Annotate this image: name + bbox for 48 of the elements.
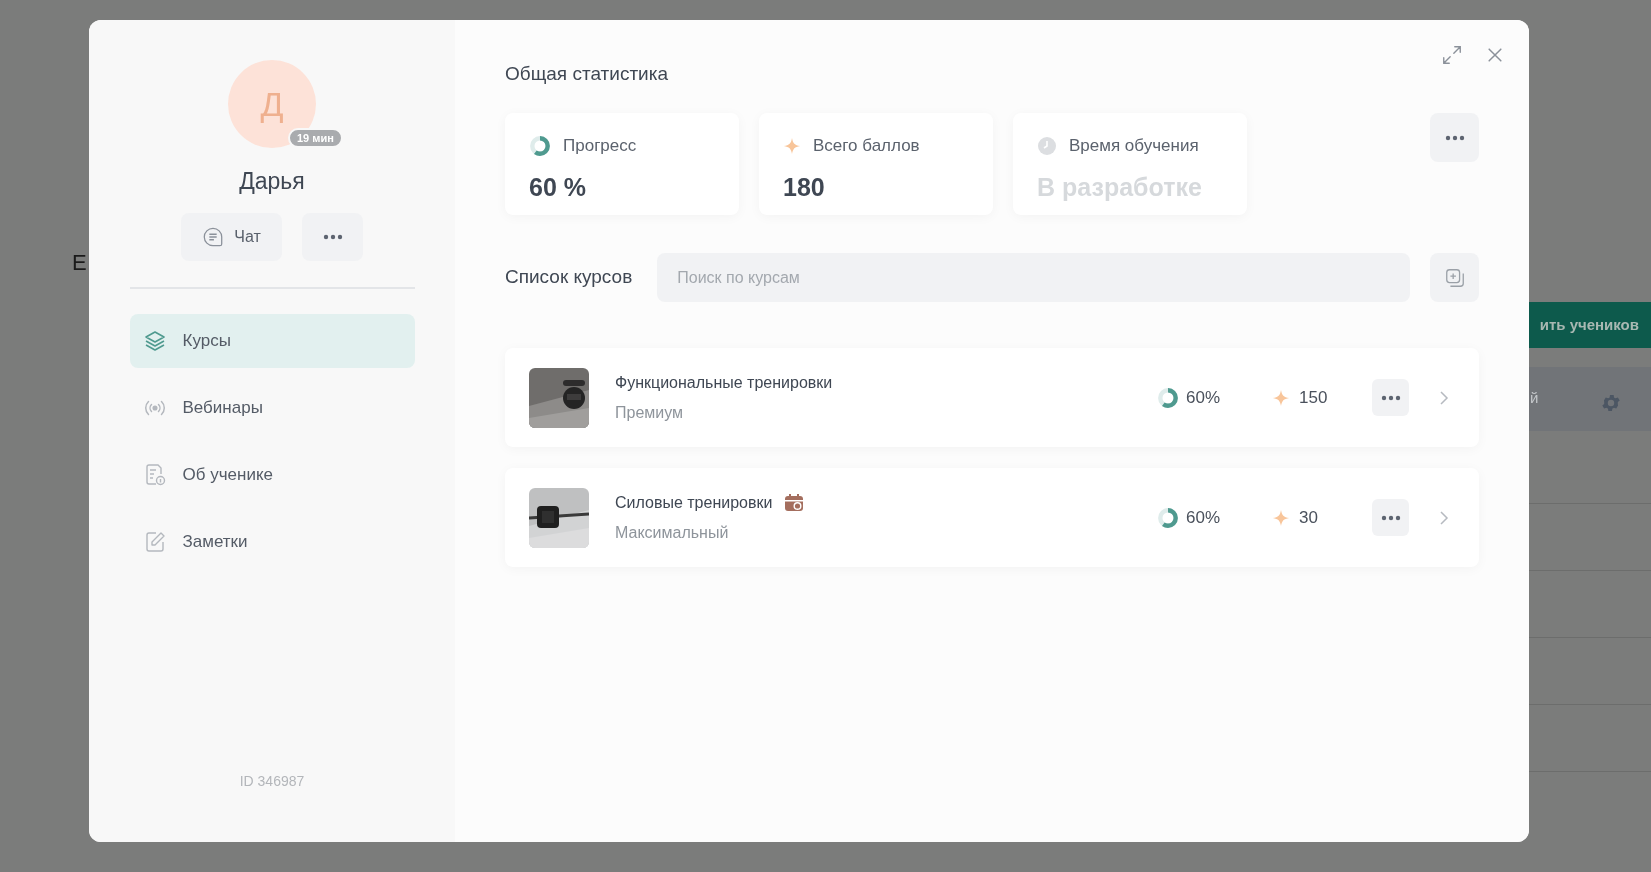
more-icon bbox=[322, 233, 343, 240]
chat-icon bbox=[202, 225, 225, 248]
progress-ring-icon bbox=[1157, 386, 1179, 409]
nav-item[interactable]: Курсы bbox=[129, 313, 415, 368]
points-value: 150 bbox=[1299, 386, 1328, 409]
stat-label: Время обучения bbox=[1069, 135, 1199, 157]
student-name: Дарья bbox=[239, 167, 305, 196]
chevron-right-icon[interactable] bbox=[1439, 509, 1449, 526]
search-field[interactable]: Поиск по курсам bbox=[657, 253, 1410, 302]
progress-value: 60% bbox=[1186, 506, 1221, 529]
expand-icon[interactable] bbox=[1441, 44, 1463, 66]
course-title: Силовые тренировки bbox=[615, 492, 773, 513]
add-students-button[interactable]: ить учеников bbox=[1529, 302, 1651, 348]
nav-item[interactable]: Заметки bbox=[129, 514, 415, 569]
stat-value: 60 % bbox=[529, 171, 587, 203]
more-button[interactable] bbox=[1372, 379, 1409, 416]
course-plan: Премиум bbox=[615, 402, 685, 423]
stat-label: Прогресс bbox=[563, 135, 637, 157]
column-header: й bbox=[1530, 388, 1539, 408]
stat-label: Всего баллов bbox=[813, 135, 920, 157]
student-id: ID 346987 bbox=[239, 772, 305, 791]
clock-icon bbox=[1037, 135, 1057, 156]
section-title: Список курсов bbox=[505, 265, 633, 290]
course-card[interactable]: Функциональные тренировки Премиум 60% 150 bbox=[505, 348, 1479, 447]
add-course-button[interactable] bbox=[1430, 253, 1479, 302]
settings-icon[interactable] bbox=[1600, 392, 1622, 414]
chevron-right-icon[interactable] bbox=[1439, 389, 1449, 406]
more-button[interactable] bbox=[1372, 499, 1409, 536]
heading-text: Е bbox=[72, 249, 87, 277]
course-plan: Максимальный bbox=[615, 522, 730, 543]
online-badge: 19 мин bbox=[288, 128, 343, 148]
stat-value: 180 bbox=[783, 171, 826, 203]
layers-icon bbox=[142, 328, 167, 353]
add-icon bbox=[1443, 266, 1466, 289]
more-icon bbox=[1380, 394, 1401, 401]
course-card[interactable]: Силовые тренировки Максимальный 60% 30 bbox=[505, 468, 1479, 567]
progress-ring-icon bbox=[529, 134, 551, 157]
section-title: Общая статистика bbox=[505, 62, 669, 86]
nav-item[interactable]: Об ученике bbox=[129, 447, 415, 502]
points-value: 30 bbox=[1299, 506, 1318, 529]
chat-button[interactable]: Чат bbox=[181, 212, 282, 261]
progress-ring-icon bbox=[1157, 506, 1179, 529]
more-icon bbox=[1380, 514, 1401, 521]
progress-value: 60% bbox=[1186, 386, 1221, 409]
avatar-initial: Д bbox=[260, 83, 284, 125]
nav-item[interactable]: Вебинары bbox=[129, 380, 415, 435]
course-title: Функциональные тренировки bbox=[615, 372, 833, 393]
more-icon bbox=[1444, 134, 1465, 141]
